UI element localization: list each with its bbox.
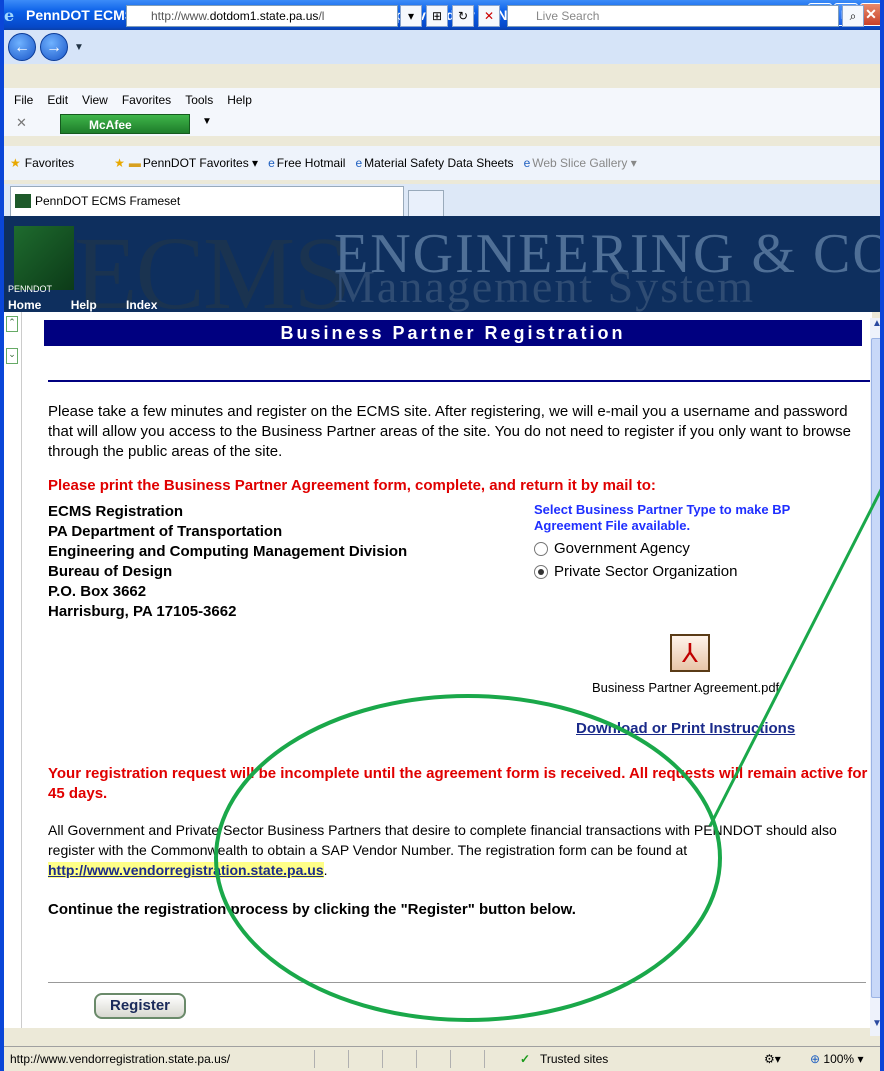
scroll-thumb[interactable] — [871, 338, 880, 998]
checkmark-icon: ✓ — [520, 1052, 531, 1066]
banner-nav: Home Help Index — [8, 298, 183, 312]
radio-private-sector[interactable]: Private Sector Organization — [534, 563, 834, 580]
vendor-text: All Government and Private Sector Busine… — [48, 822, 837, 878]
toolbar-close-icon[interactable]: ✕ — [16, 115, 27, 131]
ecms-banner: ECMS ENGINEERING & CONSTRUC Management S… — [4, 216, 880, 312]
history-dropdown-icon[interactable]: ▼ — [74, 42, 84, 53]
scroll-down-icon[interactable]: ▼ — [870, 1018, 880, 1029]
menu-tools[interactable]: Tools — [185, 93, 213, 107]
menu-view[interactable]: View — [82, 93, 108, 107]
expand-up-icon[interactable]: ⌃ — [6, 316, 18, 332]
mailing-address: ECMS Registration PA Department of Trans… — [48, 503, 408, 620]
address-row: ← → ▼ — [4, 30, 880, 64]
address-input[interactable]: http://www.dotdom1.state.pa.us/l — [126, 5, 398, 27]
intro-text: Please take a few minutes and register o… — [48, 403, 851, 460]
menu-bar: File Edit View Favorites Tools Help — [4, 88, 880, 112]
ie-page-icon: e — [523, 156, 531, 170]
zoom-icon: ⊕ — [810, 1052, 821, 1066]
forward-button[interactable]: → — [40, 33, 68, 61]
addon-toolbar: ✕ McAfee ▼ — [4, 112, 880, 136]
left-frame: ⌃ ⌄ — [4, 312, 22, 1028]
page-heading: Business Partner Registration — [44, 320, 862, 346]
add-favorite-icon[interactable]: ★ — [114, 156, 125, 170]
tab-bar: PennDOT ECMS Frameset — [4, 184, 880, 216]
menu-file[interactable]: File — [14, 93, 33, 107]
back-button[interactable]: ← — [8, 33, 36, 61]
fav-penndot[interactable]: PennDOT Favorites ▾ — [143, 156, 258, 170]
fav-webslice[interactable]: Web Slice Gallery ▾ — [532, 156, 637, 170]
address-dropdown-button[interactable]: ▾ — [400, 5, 422, 27]
browser-window: e PennDOT ECMS Frameset - Microsoft Inte… — [0, 0, 884, 1071]
fav-msds[interactable]: Material Safety Data Sheets — [364, 156, 513, 170]
compat-view-button[interactable]: ⊞ — [426, 5, 448, 27]
bp-type-label: Select Business Partner Type to make BP … — [534, 502, 791, 533]
zoom-level[interactable]: ⊕ 100% ▾ — [810, 1047, 863, 1071]
ie-page-icon: e — [355, 156, 363, 170]
nav-help[interactable]: Help — [71, 298, 97, 312]
favorites-star-icon: ★ — [10, 156, 21, 170]
status-bar: http://www.vendorregistration.state.pa.u… — [4, 1046, 880, 1071]
fav-hotmail[interactable]: Free Hotmail — [277, 156, 346, 170]
search-input[interactable]: Live Search — [507, 5, 839, 27]
folder-icon: ▬ — [128, 156, 141, 170]
search-icon[interactable]: ⌕ — [842, 5, 864, 27]
menu-favorites[interactable]: Favorites — [122, 93, 171, 107]
radio-selected-icon[interactable] — [534, 564, 548, 579]
favorites-button[interactable]: Favorites — [25, 156, 74, 170]
radio-government-agency[interactable]: Government Agency — [534, 540, 834, 557]
pdf-file-label[interactable]: Business Partner Agreement.pdf — [592, 680, 779, 695]
favorites-bar: ★ Favorites ★ ▬ PennDOT Favorites ▾ e Fr… — [4, 146, 880, 180]
ie-page-icon: e — [268, 156, 275, 170]
download-instructions-link[interactable]: Download or Print Instructions — [576, 720, 795, 737]
continue-text: Continue the registration process by cli… — [48, 901, 576, 918]
vertical-scrollbar[interactable]: ▲ ▼ — [870, 318, 880, 1036]
scroll-up-icon[interactable]: ▲ — [870, 318, 880, 334]
tab-ecms[interactable]: PennDOT ECMS Frameset — [10, 186, 404, 216]
status-url: http://www.vendorregistration.state.pa.u… — [10, 1052, 231, 1066]
security-zone: ✓ Trusted sites — [518, 1047, 608, 1071]
tab-favicon — [15, 194, 31, 208]
penndot-logo — [14, 226, 74, 290]
mcafee-button[interactable]: McAfee — [60, 114, 190, 134]
nav-index[interactable]: Index — [126, 298, 157, 312]
nav-home[interactable]: Home — [8, 298, 41, 312]
refresh-button[interactable]: ↻ — [452, 5, 474, 27]
print-notice: Please print the Business Partner Agreem… — [48, 477, 656, 494]
bp-type-selector: Select Business Partner Type to make BP … — [534, 502, 834, 580]
vendor-registration-link[interactable]: http://www.vendorregistration.state.pa.u… — [48, 862, 324, 878]
ie-icon: e — [4, 6, 15, 25]
banner-line2: Management System — [334, 261, 756, 312]
stop-button[interactable]: ✕ — [478, 5, 500, 27]
penndot-brand: PENNDOT — [8, 284, 53, 294]
mcafee-dropdown-icon[interactable]: ▼ — [202, 116, 212, 127]
heading-divider — [48, 380, 870, 382]
expand-down-icon[interactable]: ⌄ — [6, 348, 18, 364]
new-tab-button[interactable] — [408, 190, 444, 216]
incomplete-notice: Your registration request will be incomp… — [48, 765, 868, 802]
main-content: Business Partner Registration Please tak… — [22, 312, 872, 1028]
pdf-icon[interactable]: ⅄ — [670, 634, 710, 672]
menu-help[interactable]: Help — [227, 93, 252, 107]
protected-mode-icon[interactable]: ⚙▾ — [764, 1047, 781, 1071]
radio-circle-icon[interactable] — [534, 541, 548, 556]
register-button[interactable]: Register — [94, 993, 186, 1019]
menu-edit[interactable]: Edit — [47, 93, 68, 107]
footer-divider — [48, 982, 866, 983]
